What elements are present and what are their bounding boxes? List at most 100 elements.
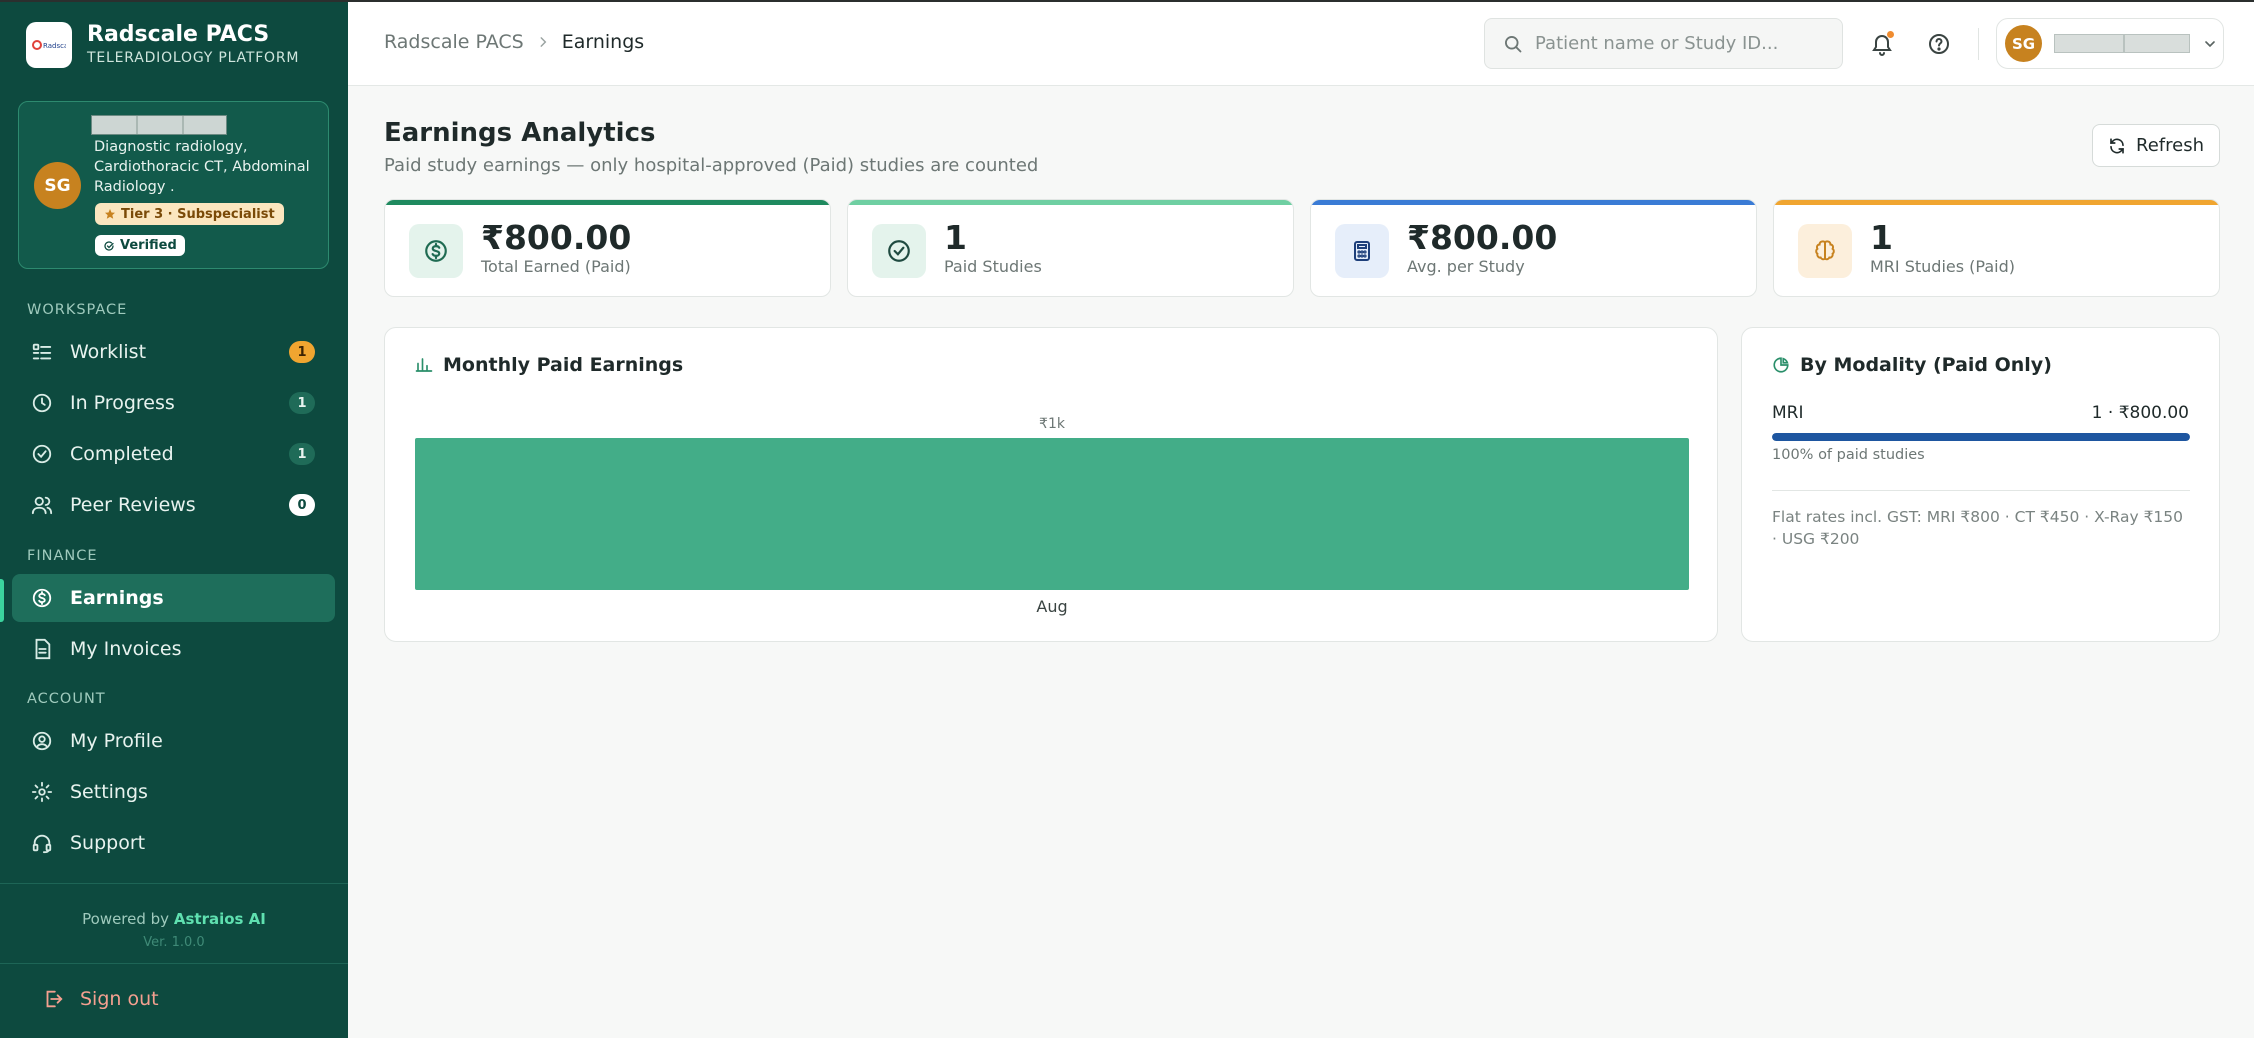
sidebar-item-worklist[interactable]: Worklist 1 <box>12 328 335 376</box>
notifications-button[interactable] <box>1868 30 1896 58</box>
sidebar-item-label: Settings <box>70 781 148 803</box>
sidebar-item-peer-reviews[interactable]: Peer Reviews 0 <box>12 481 335 529</box>
stat-card-mri-studies: 1 MRI Studies (Paid) <box>1773 199 2220 297</box>
modality-progress-track <box>1772 433 2190 441</box>
avatar: SG <box>2005 25 2042 62</box>
brand[interactable]: Radscale Radscale PACS TELERADIOLOGY PLA… <box>26 20 299 70</box>
top-bar: Radscale PACS Earnings SG <box>348 2 2254 86</box>
logo-wordmark: Radscale <box>43 42 66 50</box>
modality-value: 1 · ₹800.00 <box>2091 403 2189 423</box>
stat-value: 1 <box>944 218 967 257</box>
chevron-down-icon <box>2205 40 2215 47</box>
sidebar-item-completed[interactable]: Completed 1 <box>12 430 335 478</box>
document-icon <box>30 637 54 661</box>
stat-label: Paid Studies <box>944 257 1042 276</box>
stat-card-avg-per-study: ₹800.00 Avg. per Study <box>1310 199 1757 297</box>
breadcrumb-root[interactable]: Radscale PACS <box>384 31 524 53</box>
redacted-user-name <box>91 115 227 135</box>
header-divider <box>1978 28 1979 60</box>
in-progress-count-badge: 1 <box>289 392 315 414</box>
help-circle-icon <box>1929 34 1949 54</box>
stat-value: ₹800.00 <box>1407 218 1558 257</box>
search-box[interactable] <box>1484 18 1843 69</box>
sidebar-item-label: My Invoices <box>70 638 182 660</box>
search-icon <box>1503 34 1523 54</box>
refresh-icon <box>2110 137 2124 154</box>
headset-icon <box>30 831 54 855</box>
peer-reviews-count-badge: 0 <box>289 494 315 516</box>
notification-dot <box>1887 31 1894 38</box>
powered-brand: Astraios AI <box>173 910 266 928</box>
sign-out-label: Sign out <box>80 988 159 1010</box>
sidebar-item-invoices[interactable]: My Invoices <box>12 625 335 673</box>
tier-label: Tier 3 · Subspecialist <box>121 206 275 222</box>
user-menu[interactable]: SG <box>1996 18 2224 69</box>
sidebar-item-in-progress[interactable]: In Progress 1 <box>12 379 335 427</box>
refresh-label: Refresh <box>2136 135 2204 156</box>
sidebar-item-support[interactable]: Support <box>12 819 335 867</box>
modality-name: MRI <box>1772 403 1804 423</box>
powered-prefix: Powered by <box>82 910 170 928</box>
tier-badge: Tier 3 · Subspecialist <box>95 203 284 225</box>
sidebar-item-label: Support <box>70 832 146 854</box>
active-indicator <box>0 579 4 622</box>
nav-section-workspace: WORKSPACE <box>27 302 128 318</box>
sidebar-item-profile[interactable]: My Profile <box>12 717 335 765</box>
search-input[interactable] <box>1535 33 1815 54</box>
chevron-right-icon <box>536 35 550 49</box>
help-button[interactable] <box>1925 30 1953 58</box>
gear-icon <box>30 780 54 804</box>
bar-aug[interactable] <box>415 438 1689 590</box>
pie-chart-icon <box>1773 357 1789 373</box>
x-tick-label: Aug <box>1036 597 1067 616</box>
stat-accent-bar <box>385 200 830 205</box>
sidebar: Radscale Radscale PACS TELERADIOLOGY PLA… <box>0 0 348 1038</box>
worklist-count-badge: 1 <box>289 341 315 363</box>
sign-out-button[interactable]: Sign out <box>42 986 159 1012</box>
sidebar-item-label: Worklist <box>70 341 147 363</box>
bar-value-label: ₹1k <box>1039 416 1066 432</box>
radscale-logo-mark: Radscale <box>32 40 66 50</box>
flat-rates-note: Flat rates incl. GST: MRI ₹800 · CT ₹450… <box>1772 508 2184 548</box>
brain-icon <box>1798 224 1852 278</box>
stat-label: Total Earned (Paid) <box>481 257 631 276</box>
sidebar-divider <box>0 883 348 884</box>
window-top-border <box>0 0 2254 2</box>
monthly-earnings-card: Monthly Paid Earnings ₹1k Aug <box>384 327 1718 642</box>
verified-label: Verified <box>120 238 177 253</box>
sidebar-divider <box>0 963 348 964</box>
sidebar-item-label: Peer Reviews <box>70 494 196 516</box>
app-subtitle: TELERADIOLOGY PLATFORM <box>87 50 300 66</box>
dollar-circle-icon <box>30 586 54 610</box>
clock-icon <box>30 391 54 415</box>
profile-card[interactable]: SG Diagnostic radiology, Cardiothoracic … <box>18 101 329 269</box>
check-circle-icon <box>872 224 926 278</box>
logout-icon <box>42 988 64 1010</box>
radscale-logo: Radscale <box>26 22 72 68</box>
sidebar-item-label: In Progress <box>70 392 175 414</box>
modality-progress-fill <box>1772 433 2190 441</box>
verified-check-icon <box>104 240 114 251</box>
stat-accent-bar <box>1774 200 2219 205</box>
stat-value: 1 <box>1870 218 1893 257</box>
stat-accent-bar <box>1311 200 1756 205</box>
users-icon <box>30 493 54 517</box>
redacted-user-name <box>2054 34 2190 53</box>
stat-card-total-earned: ₹800.00 Total Earned (Paid) <box>384 199 831 297</box>
check-circle-icon <box>30 442 54 466</box>
sidebar-item-label: My Profile <box>70 730 163 752</box>
nav-section-account: ACCOUNT <box>27 691 106 707</box>
list-icon <box>30 340 54 364</box>
breadcrumb: Radscale PACS Earnings <box>384 31 644 53</box>
modality-card-title: By Modality (Paid Only) <box>1772 354 2052 376</box>
stat-card-paid-studies: 1 Paid Studies <box>847 199 1294 297</box>
sidebar-item-earnings[interactable]: Earnings <box>12 574 335 622</box>
modality-divider <box>1772 490 2190 491</box>
completed-count-badge: 1 <box>289 443 315 465</box>
user-circle-icon <box>30 729 54 753</box>
star-icon <box>105 209 115 219</box>
stat-label: Avg. per Study <box>1407 257 1525 276</box>
refresh-button[interactable]: Refresh <box>2092 124 2220 167</box>
powered-by: Powered by Astraios AI <box>0 910 348 928</box>
sidebar-item-settings[interactable]: Settings <box>12 768 335 816</box>
